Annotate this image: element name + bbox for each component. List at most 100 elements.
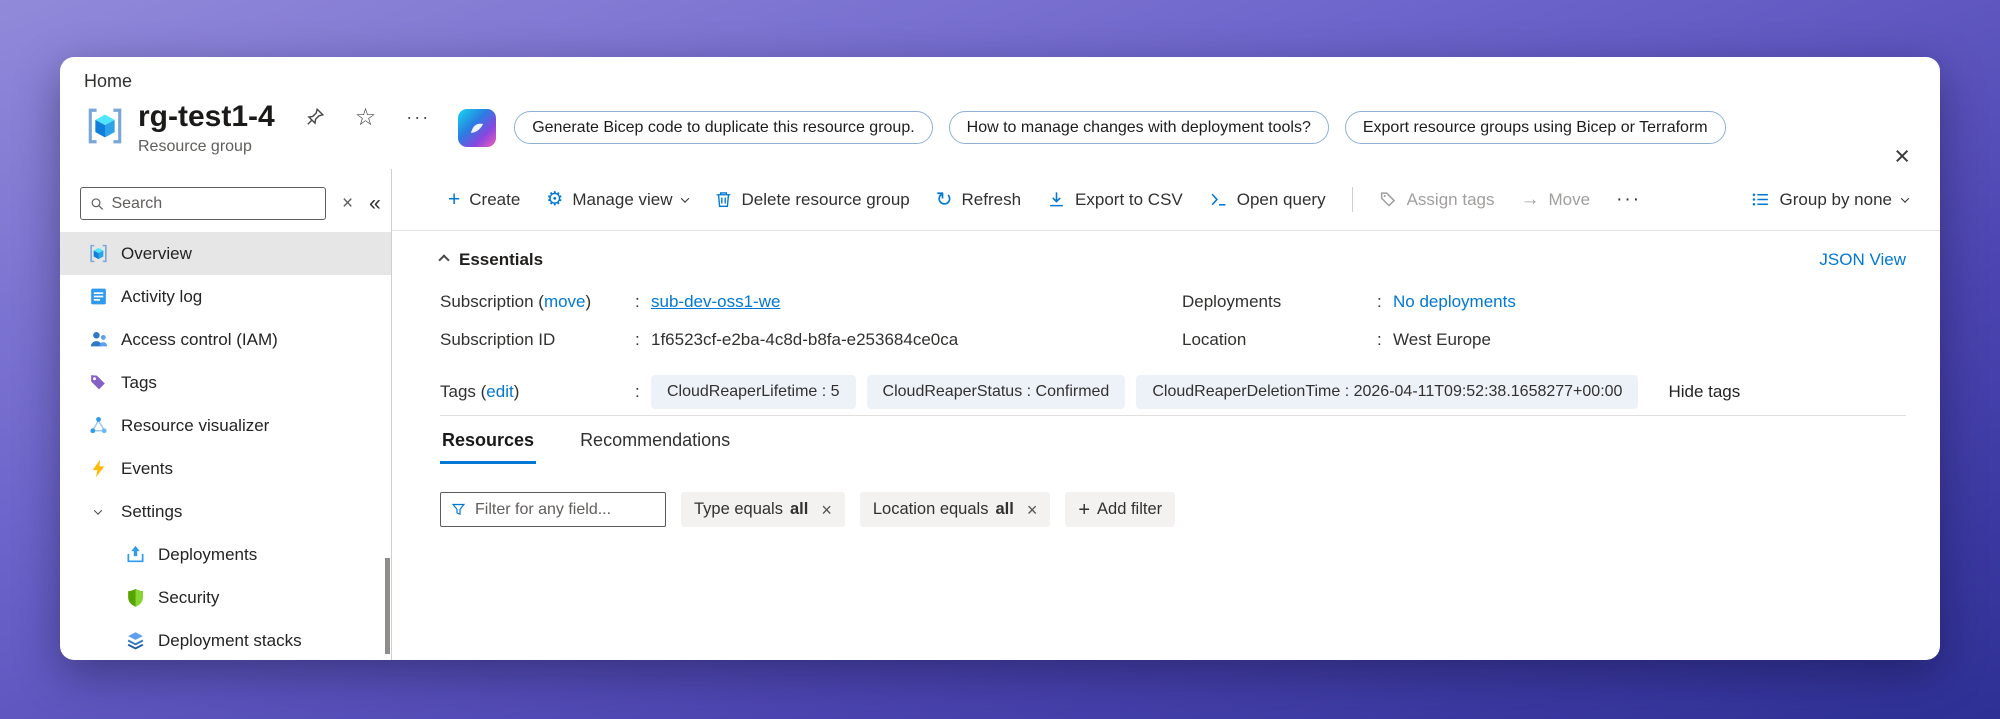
command-bar: + Create ⚙ Manage view Delete resource g… [392,169,1940,231]
sidebar-item-tags[interactable]: Tags [60,361,391,404]
location-label: Location [1182,330,1247,349]
group-by-dropdown[interactable]: Group by none [1751,189,1910,210]
sidebar-item-deployment-stacks[interactable]: Deployment stacks [60,619,391,660]
group-by-label: Group by none [1779,189,1892,209]
breadcrumb-home-link[interactable]: Home [84,71,132,91]
json-view-link[interactable]: JSON View [1819,250,1906,270]
sidebar-item-label: Access control (IAM) [121,329,278,349]
shield-icon [124,587,146,608]
toolbar-more-button[interactable]: ··· [1616,189,1641,211]
filter-field-input[interactable] [475,500,655,519]
essentials-title: Essentials [459,250,544,269]
tab-recommendations[interactable]: Recommendations [578,430,732,464]
location-value: West Europe [1393,330,1491,349]
filter-field-box [440,492,666,527]
deployments-value-link[interactable]: No deployments [1393,292,1516,312]
resource-group-icon [88,108,122,144]
collapse-essentials-chevron-icon[interactable] [438,254,450,266]
assign-tags-label: Assign tags [1406,189,1495,209]
title-block: rg-test1-4 ☆ ··· Resource group [138,99,430,156]
filter-pill-location[interactable]: Location equals all × [859,492,1051,527]
query-icon [1209,190,1228,209]
sidebar-item-activity-log[interactable]: Activity log [60,275,391,318]
plus-icon: + [1078,498,1091,521]
location-row: Location : West Europe [1182,330,1491,349]
manage-view-label: Manage view [572,189,673,209]
subscription-row: Subscription (move) : sub-dev-oss1-we [440,292,781,312]
sidebar-search-row: × « [60,187,391,220]
chevron-down-icon [1900,193,1910,203]
delete-resource-group-button[interactable]: Delete resource group [714,190,910,210]
resource-menu-sidebar: × « Overview [60,169,392,660]
subscription-id-label: Subscription ID [440,330,556,349]
hide-tags-link[interactable]: Hide tags [1668,382,1740,402]
move-link[interactable]: move [544,292,586,311]
toolbar-divider [1351,187,1353,212]
sidebar-item-label: Resource visualizer [121,415,270,435]
copilot-chip-export-groups[interactable]: Export resource groups using Bicep or Te… [1344,111,1726,144]
tag-pill: CloudReaperStatus : Confirmed [866,375,1126,409]
pin-button[interactable] [305,107,325,127]
sidebar-item-security[interactable]: Security [60,576,391,619]
refresh-button[interactable]: ↻ Refresh [936,190,1021,210]
overview-content: Essentials JSON View Subscription (move)… [392,231,1940,527]
remove-filter-icon[interactable]: × [1027,501,1038,519]
gear-icon: ⚙ [546,189,564,210]
remove-filter-icon[interactable]: × [821,501,832,519]
content-tabs: Resources Recommendations [440,430,1906,464]
copilot-chip-manage-changes[interactable]: How to manage changes with deployment to… [948,111,1329,144]
collapse-sidebar-button[interactable]: « [369,193,381,214]
sidebar-item-access-control[interactable]: Access control (IAM) [60,318,391,361]
star-icon: ☆ [354,103,377,131]
open-query-button[interactable]: Open query [1209,190,1326,210]
subscription-value-link[interactable]: sub-dev-oss1-we [651,292,780,312]
resource-visualizer-icon [87,415,109,436]
sidebar-item-label: Deployments [158,544,258,564]
create-label: Create [469,189,521,209]
sidebar-group-settings[interactable]: Settings [60,490,391,533]
sidebar-item-label: Deployment stacks [158,630,302,650]
close-blade-button[interactable]: × [1894,143,1910,170]
export-to-csv-button[interactable]: Export to CSV [1047,190,1183,210]
move-arrow-icon: → [1520,189,1540,210]
subscription-label: Subscription (move) [440,292,592,311]
add-filter-button[interactable]: + Add filter [1065,492,1176,527]
copilot-suggestions: Generate Bicep code to duplicate this re… [514,111,1726,144]
favorite-button[interactable]: ☆ [355,103,377,132]
essentials-grid: Subscription (move) : sub-dev-oss1-we Su… [440,283,1906,359]
resource-type-label: Resource group [138,138,252,155]
tags-row: Tags (edit) : CloudReaperLifetime : 5 Cl… [440,375,1906,409]
tag-icon [87,372,109,393]
edit-tags-link[interactable]: edit [486,382,513,401]
deployment-stacks-icon [124,630,146,651]
filter-pill-value: all [995,500,1014,518]
tab-resources[interactable]: Resources [440,430,537,464]
blade-body: × « Overview [60,169,1940,660]
sidebar-item-resource-visualizer[interactable]: Resource visualizer [60,404,391,447]
sidebar-item-events[interactable]: Events [60,447,391,490]
refresh-icon: ↻ [935,188,953,211]
header-more-button[interactable]: ··· [406,107,430,128]
search-clear-button[interactable]: × [342,194,353,213]
activity-log-icon [87,286,109,307]
filter-pill-text: Location equals [872,500,989,518]
sidebar-item-label: Tags [121,372,157,392]
filter-pill-value: all [789,500,809,518]
open-query-label: Open query [1236,189,1326,209]
subscription-id-row: Subscription ID : 1f6523cf-e2ba-4c8d-b8f… [440,330,959,349]
main-panel: + Create ⚙ Manage view Delete resource g… [392,169,1940,660]
copilot-chip-generate-bicep[interactable]: Generate Bicep code to duplicate this re… [514,111,933,144]
sidebar-item-label: Security [158,587,220,607]
copilot-button[interactable] [458,109,497,147]
sidebar-search-input[interactable] [111,194,316,213]
sidebar-item-overview[interactable]: Overview [60,232,391,275]
manage-view-button[interactable]: ⚙ Manage view [546,189,689,210]
move-button: → Move [1520,190,1590,210]
create-button[interactable]: + Create [448,189,520,210]
export-csv-label: Export to CSV [1075,189,1183,209]
sidebar-scrollbar[interactable] [385,558,390,654]
portal-blade-window: Home rg-test1-4 ☆ ··· Resource group Gen… [60,57,1940,660]
section-divider [440,415,1906,416]
sidebar-item-deployments[interactable]: Deployments [60,533,391,576]
filter-pill-type[interactable]: Type equals all × [681,492,845,527]
